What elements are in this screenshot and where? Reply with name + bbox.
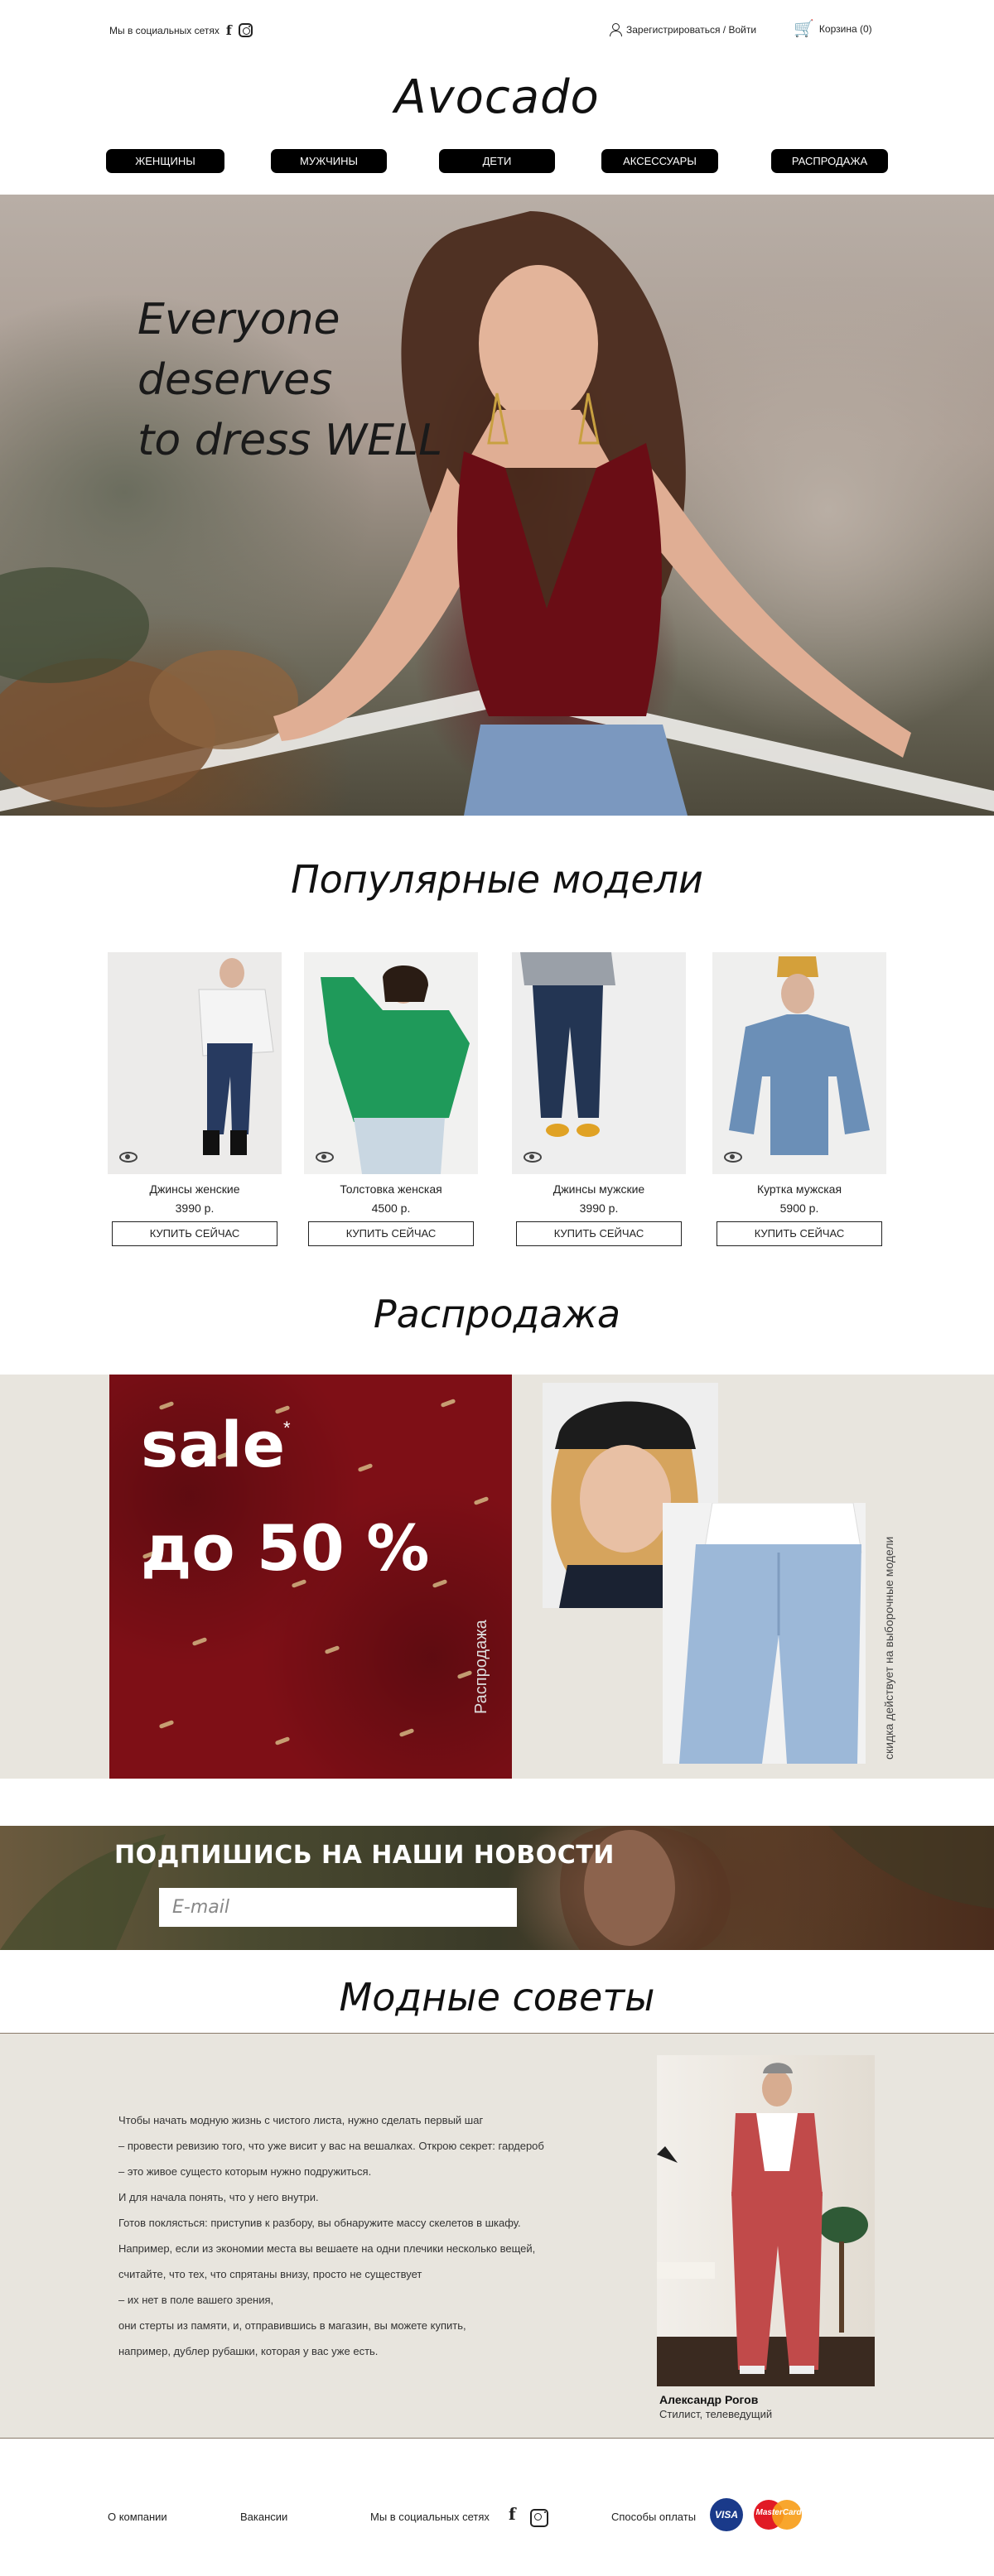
product-photo <box>520 952 615 1137</box>
tips-line: они стерты из памяти, и, отправившись в … <box>118 2319 466 2332</box>
product-name: Куртка мужская <box>756 1182 842 1196</box>
eye-icon[interactable] <box>524 1152 542 1163</box>
hero-line-1: Everyone <box>138 295 340 344</box>
buy-now-button[interactable]: Купить сейчас <box>516 1221 682 1246</box>
hero-line-2: deserves <box>138 355 333 405</box>
tips-line: считайте, что тех, что спрятаны внизу, п… <box>118 2268 422 2280</box>
eye-icon[interactable] <box>316 1152 334 1163</box>
tips-line: Например, если из экономии места вы веша… <box>118 2242 536 2255</box>
product-image[interactable] <box>712 952 886 1174</box>
footer-payment-label: Способы оплаты <box>611 2511 697 2523</box>
login-link[interactable]: Зарегистрироваться / Войти <box>610 23 756 36</box>
footer-jobs-link[interactable]: Вакансии <box>240 2511 287 2523</box>
instagram-icon[interactable] <box>530 2509 548 2527</box>
tips-article: Чтобы начать модную жизнь с чистого лист… <box>118 2107 615 2364</box>
facebook-icon[interactable]: f <box>509 2506 516 2522</box>
product-card[interactable]: Толстовка женская 4500 р. Купить сейчас <box>304 952 478 1246</box>
product-card[interactable]: Куртка мужская 5900 р. Купить сейчас <box>712 952 886 1246</box>
buy-now-button[interactable]: Купить сейчас <box>717 1221 882 1246</box>
product-image[interactable] <box>512 952 686 1174</box>
sale-title: Распродажа <box>373 1292 621 1336</box>
tips-line: – это живое сущесто которым нужно подруж… <box>118 2165 372 2178</box>
product-card[interactable]: Джинсы мужские 3990 р. Купить сейчас <box>512 952 686 1246</box>
product-photo <box>198 958 274 1155</box>
user-icon <box>610 23 622 36</box>
instagram-icon[interactable] <box>238 23 253 37</box>
eye-icon[interactable] <box>724 1152 742 1163</box>
hero-banner <box>0 195 994 816</box>
author-photo <box>657 2055 875 2386</box>
footer-social-label: Мы в социальных сетях <box>370 2511 490 2523</box>
subscribe-title: ПОДПИШИСЬ НА НАШИ НОВОСТИ <box>114 1841 615 1870</box>
sale-photo-jeans <box>663 1503 866 1764</box>
nav-item-kids[interactable]: Дети <box>439 149 555 173</box>
cart-icon[interactable]: 🛒 <box>794 21 814 37</box>
sale-percent: до 50 % <box>141 1511 430 1585</box>
tips-line: Чтобы начать модную жизнь с чистого лист… <box>118 2114 484 2126</box>
footer: О компании Вакансии Мы в социальных сетя… <box>0 2484 994 2576</box>
product-price: 3990 р. <box>579 1201 619 1215</box>
site-logo[interactable]: Avocado <box>0 70 994 124</box>
footer-about-link[interactable]: О компании <box>108 2511 167 2523</box>
hero-tagline: Everyone deserves to dress WELL <box>138 290 442 471</box>
header-social: Мы в социальных сетях f <box>109 23 253 37</box>
product-name: Толстовка женская <box>340 1182 442 1196</box>
product-card[interactable]: Джинсы женские 3990 р. Купить сейчас <box>108 952 282 1246</box>
nav-item-sale[interactable]: Распродажа <box>771 149 888 173</box>
sale-note: скидка действует на выборочные модели <box>882 1536 895 1760</box>
tips-line: И для начала понять, что у него внутри. <box>118 2191 319 2203</box>
product-price: 4500 р. <box>371 1201 411 1215</box>
visa-icon: VISA <box>710 2498 743 2531</box>
hero-photo <box>0 211 994 816</box>
cart-link[interactable]: 🛒 Корзина (0) <box>794 21 872 37</box>
product-photo <box>321 965 470 1174</box>
product-image[interactable] <box>108 952 282 1174</box>
buy-now-button[interactable]: Купить сейчас <box>308 1221 474 1246</box>
product-photo <box>729 956 870 1155</box>
main-nav: Женщины Мужчины Дети Аксессуары Распрода… <box>0 149 994 176</box>
product-price: 5900 р. <box>779 1201 819 1215</box>
tips-line: например, дублер рубашки, которая у вас … <box>118 2345 379 2357</box>
eye-icon[interactable] <box>119 1152 138 1163</box>
nav-item-accessories[interactable]: Аксессуары <box>601 149 718 173</box>
product-name: Джинсы женские <box>149 1182 240 1196</box>
nav-item-women[interactable]: Женщины <box>106 149 224 173</box>
author-name: Александр Рогов <box>659 2393 759 2406</box>
popular-title: Популярные модели <box>291 857 703 902</box>
hero-line-3: to dress WELL <box>138 416 443 465</box>
mastercard-label: MasterCard <box>755 2508 802 2517</box>
product-name: Джинсы мужские <box>552 1182 645 1196</box>
tips-line: Готов поклясться: приступив к разбору, в… <box>118 2217 521 2229</box>
buy-now-button[interactable]: Купить сейчас <box>112 1221 277 1246</box>
email-input[interactable] <box>159 1888 517 1927</box>
sale-asterisk: * <box>283 1418 291 1438</box>
login-label[interactable]: Зарегистрироваться / Войти <box>626 24 756 36</box>
header-social-label: Мы в социальных сетях <box>109 24 220 36</box>
author-role: Стилист, телеведущий <box>659 2408 773 2420</box>
sale-vertical-label: Распродажа <box>472 1620 490 1714</box>
product-price: 3990 р. <box>175 1201 215 1215</box>
nav-item-men[interactable]: Мужчины <box>271 149 387 173</box>
sale-word: sale <box>141 1408 286 1481</box>
mastercard-icon: MasterCard <box>754 2498 803 2531</box>
product-image[interactable] <box>304 952 478 1174</box>
tips-line: – провести ревизию того, что уже висит у… <box>118 2140 544 2152</box>
facebook-icon[interactable]: f <box>226 23 232 37</box>
tips-line: – их нет в поле вашего зрения, <box>118 2294 274 2306</box>
cart-label[interactable]: Корзина (0) <box>819 23 872 35</box>
tips-title: Модные советы <box>339 1975 655 2020</box>
